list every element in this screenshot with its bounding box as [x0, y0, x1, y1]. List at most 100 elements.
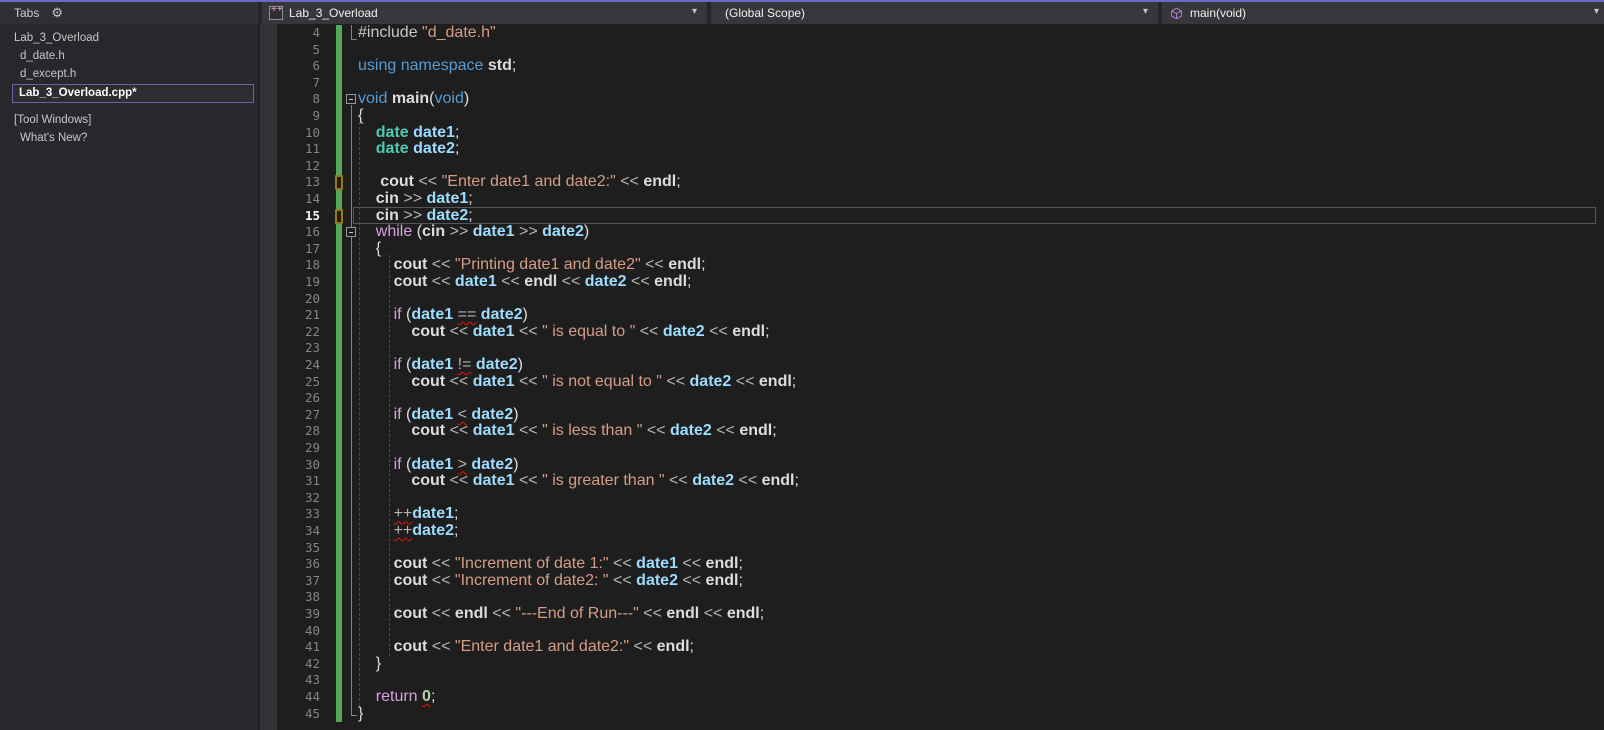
- code-token: date2: [471, 405, 514, 423]
- code-line[interactable]: date date2;: [358, 140, 460, 158]
- code-line[interactable]: {: [358, 240, 381, 258]
- code-token: date1: [472, 322, 515, 340]
- code-token: endl: [654, 273, 688, 290]
- code-line[interactable]: if (date1 > date2): [358, 456, 519, 474]
- code-line[interactable]: cout << date1 << " is not equal to " << …: [358, 372, 796, 391]
- line-number: 32: [304, 489, 320, 505]
- code-line[interactable]: while (cin >> date1 >> date2): [358, 223, 589, 241]
- code-line[interactable]: cout << "Enter date1 and date2:" << endl…: [358, 174, 680, 191]
- code-token: <<: [445, 472, 473, 490]
- sidebar-item-d-except-h[interactable]: d_except.h: [0, 65, 258, 83]
- code-line[interactable]: cout << "Increment of date2: " << date2 …: [358, 571, 743, 590]
- code-token: endl: [732, 322, 766, 340]
- code-token: date2: [584, 273, 627, 290]
- code-token: cout: [411, 322, 446, 340]
- sidebar-item-lab-3-overload[interactable]: Lab_3_Overload: [0, 29, 258, 47]
- track-changes-bar-saved: [336, 25, 342, 722]
- line-number: 33: [304, 506, 320, 522]
- code-token: <<: [514, 372, 543, 390]
- code-line[interactable]: cout << date1 << " is equal to " << date…: [358, 322, 769, 341]
- member-dropdown[interactable]: main(void) ▾: [1162, 2, 1604, 24]
- line-number: 8: [312, 91, 320, 107]
- chevron-down-icon[interactable]: ▾: [1143, 6, 1148, 17]
- code-token: ;: [794, 472, 799, 490]
- fold-collapse-box[interactable]: [346, 227, 356, 238]
- line-number: 42: [304, 655, 320, 671]
- document-dropdown[interactable]: ++ Lab_3_Overload ▾: [262, 2, 707, 24]
- code-line[interactable]: if (date1 != date2): [358, 356, 523, 374]
- code-token: ;: [772, 422, 777, 440]
- code-line[interactable]: ++date2;: [358, 522, 459, 540]
- code-token: <<: [445, 322, 473, 340]
- code-token: ;: [701, 256, 706, 274]
- code-line[interactable]: using namespace std;: [358, 57, 516, 75]
- code-line[interactable]: {: [358, 107, 364, 125]
- line-number: 21: [304, 307, 320, 323]
- code-token: cout: [393, 605, 428, 622]
- chevron-down-icon[interactable]: ▾: [692, 6, 697, 17]
- code-line[interactable]: date date1;: [358, 123, 460, 142]
- code-line[interactable]: cout << "Enter date1 and date2:" << endl…: [358, 638, 694, 656]
- code-token: ;: [759, 605, 765, 622]
- line-number: 43: [304, 672, 320, 688]
- code-token: date2: [689, 372, 732, 390]
- code-token: date1: [426, 190, 469, 207]
- code-token: {: [358, 107, 364, 124]
- code-line[interactable]: if (date1 < date2): [358, 405, 519, 424]
- track-changes-mark-unsaved: [335, 175, 343, 191]
- code-line[interactable]: }: [358, 655, 381, 673]
- line-number: 31: [304, 473, 320, 489]
- code-token: <<: [427, 273, 455, 290]
- code-token: endl: [705, 571, 739, 589]
- code-token: <<: [427, 605, 455, 622]
- code-token: <<: [661, 372, 690, 390]
- code-token: ;: [454, 140, 460, 158]
- code-token: cout: [393, 555, 428, 573]
- code-token: date2: [636, 571, 678, 589]
- code-line[interactable]: return 0;: [358, 688, 436, 706]
- code-line[interactable]: cout << date1 << " is less than " << dat…: [358, 422, 777, 440]
- code-token: namespace: [400, 57, 484, 75]
- fold-region-line: [351, 105, 352, 715]
- track-changes-mark-unsaved: [335, 208, 343, 224]
- code-token: date1: [454, 273, 497, 290]
- code-token: date2: [412, 522, 455, 539]
- code-token: cout: [411, 372, 446, 390]
- code-line[interactable]: }: [358, 705, 363, 723]
- code-line[interactable]: void main(void): [358, 91, 469, 108]
- code-line[interactable]: cin >> date1;: [358, 190, 473, 208]
- line-number: 41: [304, 639, 320, 655]
- code-token: while: [375, 223, 413, 241]
- scope-dropdown[interactable]: (Global Scope) ▾: [711, 2, 1158, 24]
- code-line[interactable]: #include "d_date.h": [358, 24, 496, 42]
- chevron-down-icon[interactable]: ▾: [1594, 6, 1599, 17]
- code-line[interactable]: cout << date1 << endl << date2 << endl;: [358, 273, 692, 291]
- line-number: 28: [304, 423, 320, 439]
- sidebar-item-lab-3-overload-cpp-[interactable]: Lab_3_Overload.cpp*: [12, 84, 254, 103]
- code-token: cin: [422, 223, 446, 241]
- code-line[interactable]: cout << "Printing date1 and date2" << en…: [358, 257, 706, 274]
- sidebar-item-what-s-new-[interactable]: What's New?: [0, 129, 258, 147]
- gear-icon[interactable]: ⚙: [51, 5, 63, 21]
- code-token: ;: [454, 123, 460, 141]
- document-dropdown-label: Lab_3_Overload: [289, 6, 378, 20]
- code-line[interactable]: cin >> date2;: [358, 207, 473, 225]
- fold-collapse-box[interactable]: [346, 94, 356, 105]
- code-line[interactable]: cout << endl << "---End of Run---" << en…: [358, 605, 765, 623]
- sidebar-item-d-date-h[interactable]: d_date.h: [0, 47, 258, 65]
- line-number: 22: [304, 323, 320, 339]
- code-line[interactable]: cout << date1 << " is greater than " << …: [358, 472, 799, 490]
- code-line[interactable]: ++date1;: [358, 506, 459, 523]
- code-token: !=: [457, 356, 472, 373]
- vs-ide-window: Tabs ⚙ ++ Lab_3_Overload ▾ (Global Scope…: [0, 0, 1604, 730]
- sidebar-item--tool-windows-[interactable]: [Tool Windows]: [0, 111, 258, 129]
- code-token: >>: [445, 223, 473, 241]
- code-line[interactable]: cout << "Increment of date 1:" << date1 …: [358, 555, 743, 573]
- code-token: <<: [638, 605, 667, 622]
- code-line[interactable]: if (date1 == date2): [358, 306, 528, 324]
